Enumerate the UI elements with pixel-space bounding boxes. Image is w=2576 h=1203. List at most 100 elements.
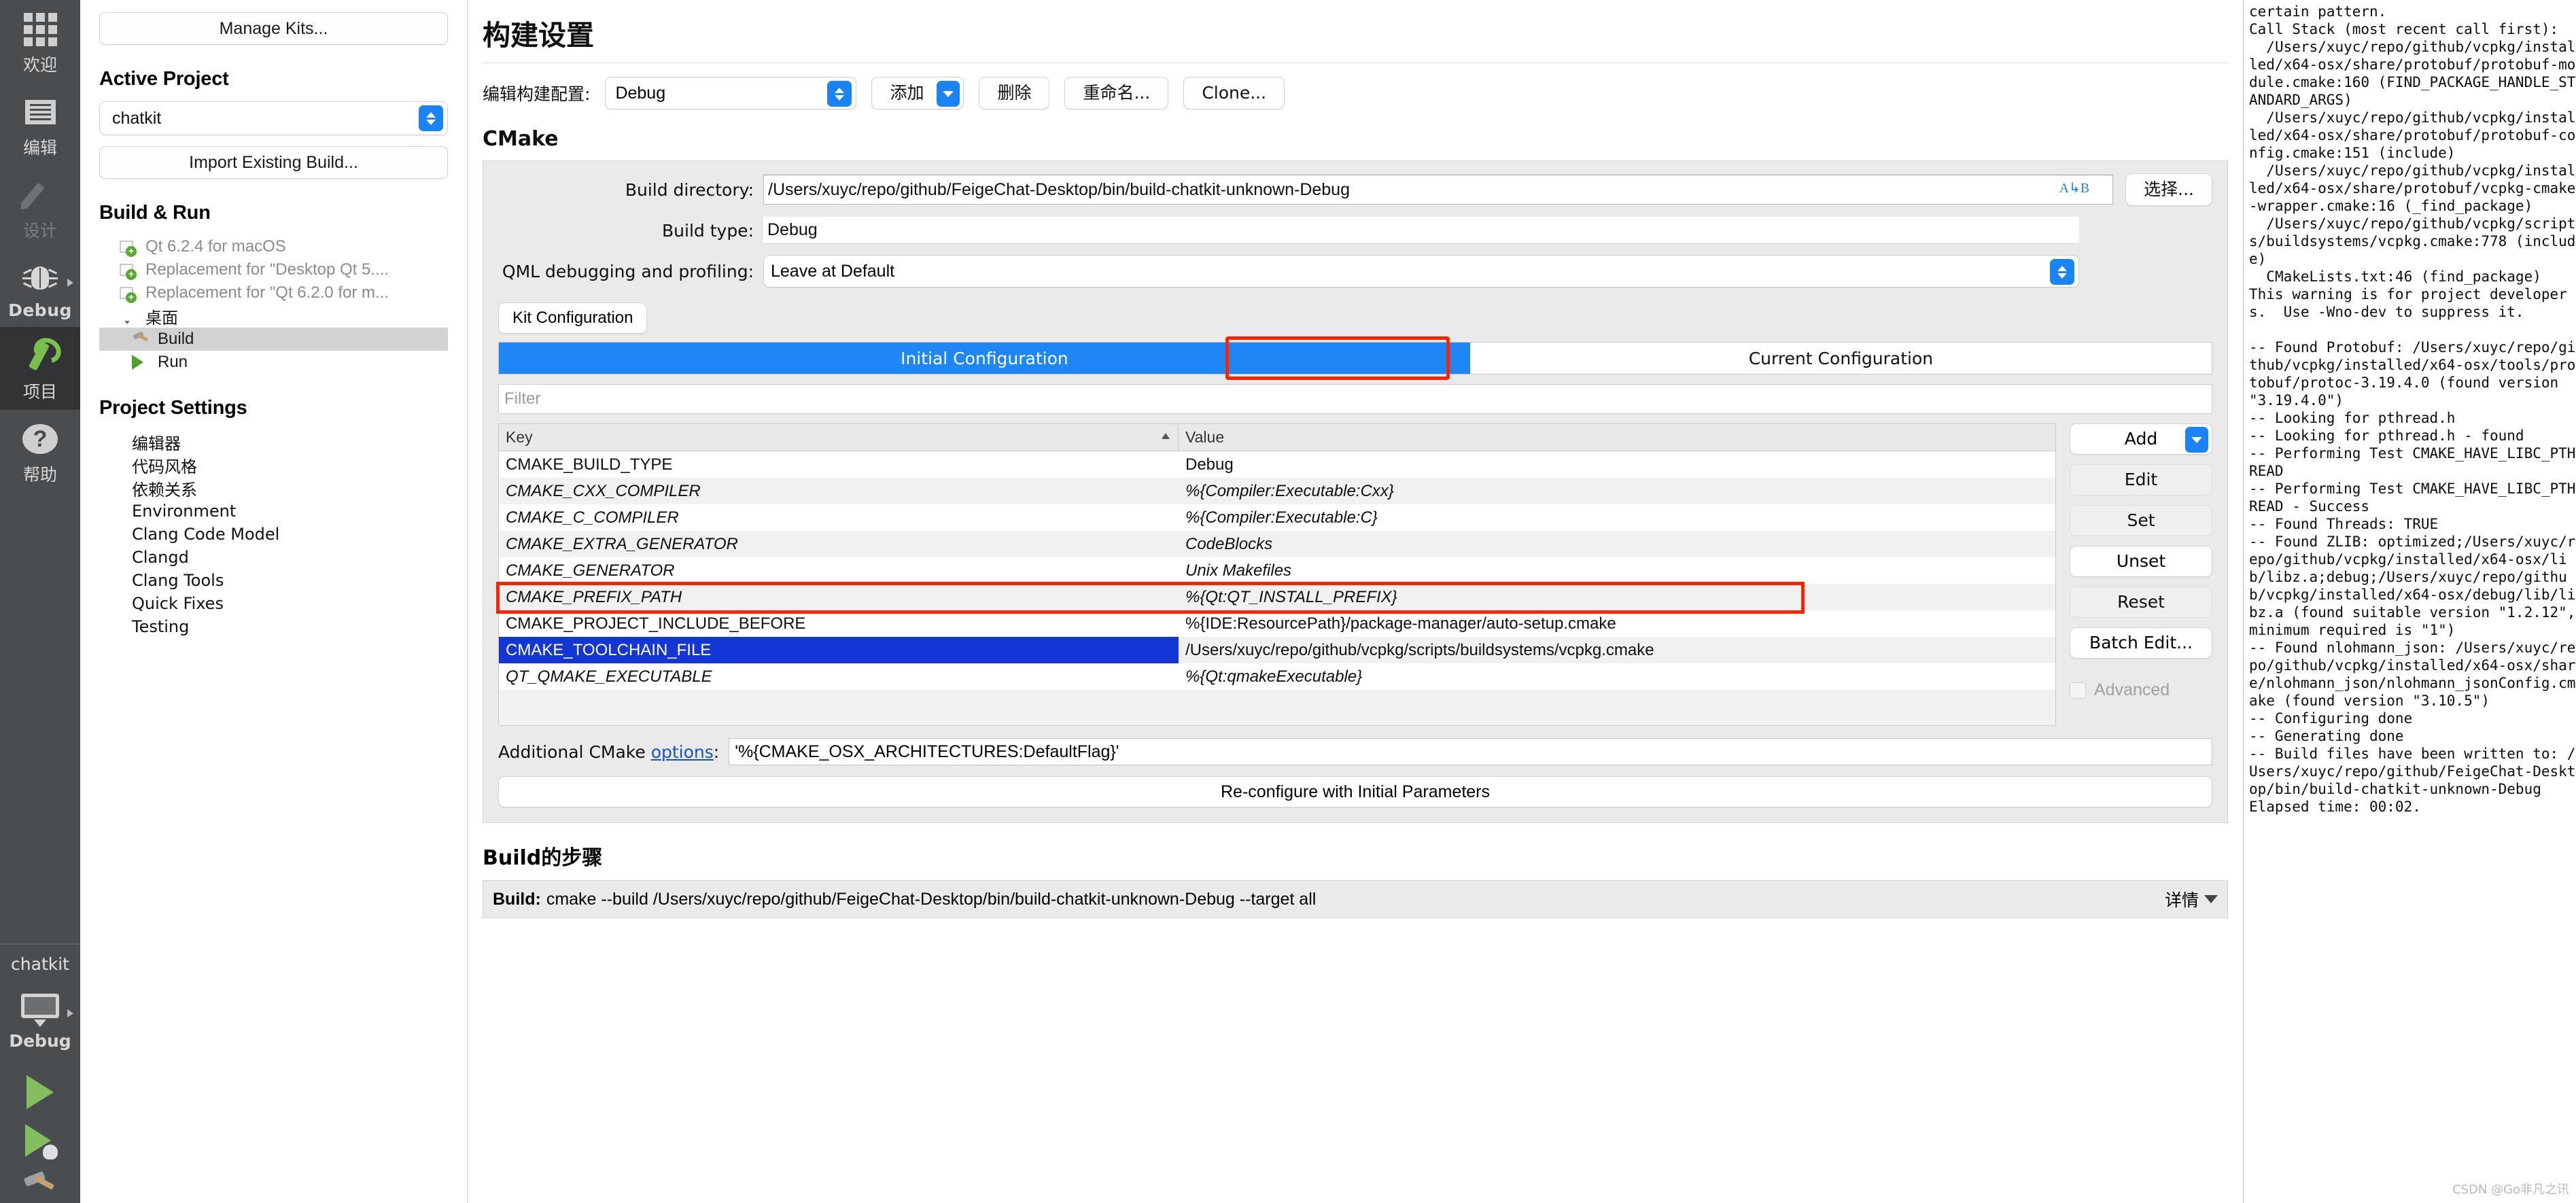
add-build-config-button[interactable]: 添加	[871, 77, 964, 109]
build-type-value: Debug	[763, 217, 2079, 244]
wrench-icon	[21, 336, 59, 376]
run-debug-icon[interactable]	[25, 1124, 58, 1160]
chevron-updown-icon[interactable]	[419, 105, 443, 131]
column-header-key-label: Key	[506, 428, 533, 446]
settings-item-code-style[interactable]: 代码风格	[99, 453, 448, 476]
tree-item-run[interactable]: Run	[99, 351, 448, 374]
mode-debug-label: Debug	[8, 300, 72, 320]
tree-item-kit-2-label: Replacement for "Qt 6.2.0 for m...	[145, 283, 389, 302]
import-existing-build-button[interactable]: Import Existing Build...	[99, 146, 448, 179]
tab-initial-configuration[interactable]: Initial Configuration	[499, 343, 1470, 374]
general-messages-output[interactable]: certain pattern. Call Stack (most recent…	[2243, 0, 2576, 1203]
set-config-button[interactable]: Set	[2070, 505, 2212, 536]
clone-build-config-button[interactable]: Clone...	[1183, 77, 1285, 109]
mode-design[interactable]: 设计	[0, 166, 80, 249]
kit-selector-area: chatkit Debug	[0, 943, 80, 1203]
unset-config-button[interactable]: Unset	[2070, 546, 2212, 577]
build-step-prefix: Build:	[493, 889, 541, 909]
advanced-checkbox[interactable]	[2070, 682, 2086, 699]
chevron-right-icon	[67, 1009, 73, 1017]
variable-substitution-icon[interactable]: A↳B	[2059, 179, 2090, 196]
chevron-down-icon[interactable]	[937, 81, 960, 107]
build-step-details-label: 详情	[2164, 891, 2199, 910]
chevron-down-icon[interactable]	[2185, 427, 2208, 453]
table-row[interactable]: CMAKE_GENERATOR Unix Makefiles	[499, 557, 2055, 584]
kit-target-selector[interactable]: Debug	[0, 979, 80, 1058]
tree-item-kit-1[interactable]: Replacement for "Desktop Qt 5....	[99, 258, 448, 281]
column-header-value[interactable]: Value	[1179, 424, 2055, 451]
table-row-selected[interactable]: CMAKE_TOOLCHAIN_FILE /Users/xuyc/repo/gi…	[499, 637, 2055, 663]
active-project-select[interactable]: chatkit	[99, 101, 448, 135]
column-header-key[interactable]: Key	[499, 424, 1179, 451]
additional-options-input[interactable]: '%{CMAKE_OSX_ARCHITECTURES:DefaultFlag}'	[729, 738, 2212, 765]
remove-build-config-button[interactable]: 删除	[979, 77, 1050, 109]
chevron-updown-icon[interactable]	[2050, 259, 2074, 285]
settings-item-quick-fixes[interactable]: Quick Fixes	[99, 592, 448, 615]
table-row[interactable]: CMAKE_PREFIX_PATH %{Qt:QT_INSTALL_PREFIX…	[499, 584, 2055, 610]
mode-help[interactable]: ? 帮助	[0, 410, 80, 493]
run-play-icon[interactable]	[27, 1075, 54, 1109]
settings-item-clang-code-model[interactable]: Clang Code Model	[99, 523, 448, 546]
build-step-row[interactable]: Build: cmake --build /Users/xuyc/repo/gi…	[483, 880, 2228, 918]
add-config-label: Add	[2124, 429, 2158, 449]
table-row[interactable]: CMAKE_BUILD_TYPE Debug	[499, 451, 2055, 478]
tree-item-run-label: Run	[158, 353, 188, 371]
document-icon	[24, 92, 56, 132]
build-type-row: Build type: Debug	[498, 217, 2212, 244]
filter-input[interactable]: Filter	[498, 384, 2212, 414]
manage-kits-button[interactable]: Manage Kits...	[99, 12, 448, 45]
mode-welcome-label: 欢迎	[22, 55, 57, 75]
row-value: /Users/xuyc/repo/github/vcpkg/scripts/bu…	[1185, 640, 1654, 659]
tree-item-build[interactable]: Build	[99, 328, 448, 351]
mode-help-label: 帮助	[22, 465, 57, 485]
row-value: CodeBlocks	[1185, 534, 1273, 553]
row-key: CMAKE_BUILD_TYPE	[506, 455, 673, 474]
build-config-value: Debug	[615, 83, 666, 103]
choose-directory-button[interactable]: 选择...	[2125, 173, 2212, 206]
table-row[interactable]: CMAKE_PROJECT_INCLUDE_BEFORE %{IDE:Resou…	[499, 610, 2055, 637]
build-directory-input[interactable]: /Users/xuyc/repo/github/FeigeChat-Deskto…	[763, 175, 2114, 205]
edit-config-button[interactable]: Edit	[2070, 464, 2212, 495]
settings-item-clang-tools[interactable]: Clang Tools	[99, 569, 448, 592]
reconfigure-button[interactable]: Re-configure with Initial Parameters	[498, 776, 2212, 807]
tree-item-kit-0[interactable]: Qt 6.2.4 for macOS	[99, 235, 448, 258]
build-step-details-toggle[interactable]: 详情	[2165, 887, 2218, 911]
qml-debug-label: QML debugging and profiling:	[502, 261, 754, 281]
mode-edit[interactable]: 编辑	[0, 83, 80, 166]
tab-current-configuration[interactable]: Current Configuration	[1470, 343, 2212, 374]
batch-edit-button[interactable]: Batch Edit...	[2070, 627, 2212, 659]
divider	[0, 943, 80, 945]
add-config-button[interactable]: Add	[2070, 423, 2212, 455]
settings-item-environment[interactable]: Environment	[99, 500, 448, 523]
tree-item-kit-2[interactable]: Replacement for "Qt 6.2.0 for m...	[99, 281, 448, 304]
tree-item-kit-0-label: Qt 6.2.4 for macOS	[145, 237, 286, 256]
table-row[interactable]: CMAKE_EXTRA_GENERATOR CodeBlocks	[499, 531, 2055, 557]
mode-debug[interactable]: Debug	[0, 249, 80, 327]
build-config-select[interactable]: Debug	[605, 77, 857, 109]
tree-item-active-kit[interactable]: 桌面	[99, 304, 448, 328]
settings-item-testing[interactable]: Testing	[99, 615, 448, 638]
chevron-updown-icon[interactable]	[827, 81, 852, 107]
projects-sidebar: Manage Kits... Active Project chatkit Im…	[80, 0, 468, 1203]
build-hammer-icon[interactable]	[23, 1170, 56, 1198]
reset-config-button[interactable]: Reset	[2070, 587, 2212, 618]
additional-options-prefix: Additional CMake	[498, 742, 651, 762]
row-value: %{IDE:ResourcePath}/package-manager/auto…	[1185, 614, 1616, 633]
table-row[interactable]: QT_QMAKE_EXECUTABLE %{Qt:qmakeExecutable…	[499, 663, 2055, 690]
advanced-checkbox-row[interactable]: Advanced	[2070, 680, 2212, 700]
mode-welcome[interactable]: 欢迎	[0, 0, 80, 83]
mode-design-label: 设计	[22, 221, 57, 241]
settings-item-editor[interactable]: 编辑器	[99, 430, 448, 453]
rename-build-config-button[interactable]: 重命名...	[1064, 77, 1169, 109]
settings-item-clangd[interactable]: Clangd	[99, 546, 448, 569]
kit-configuration-button[interactable]: Kit Configuration	[498, 302, 648, 334]
options-link[interactable]: options	[651, 742, 714, 762]
hammer-icon	[132, 331, 152, 346]
qml-debug-select[interactable]: Leave at Default	[763, 255, 2079, 287]
mode-projects[interactable]: 项目	[0, 327, 80, 410]
table-row[interactable]: CMAKE_C_COMPILER %{Compiler:Executable:C…	[499, 504, 2055, 531]
settings-item-dependencies[interactable]: 依赖关系	[99, 476, 448, 500]
additional-options-value: '%{CMAKE_OSX_ARCHITECTURES:DefaultFlag}'	[735, 742, 1119, 761]
mode-selector-bar: 欢迎 编辑 设计 Debug 项目 ? 帮助 chatkit Debug	[0, 0, 80, 1203]
table-row[interactable]: CMAKE_CXX_COMPILER %{Compiler:Executable…	[499, 478, 2055, 504]
